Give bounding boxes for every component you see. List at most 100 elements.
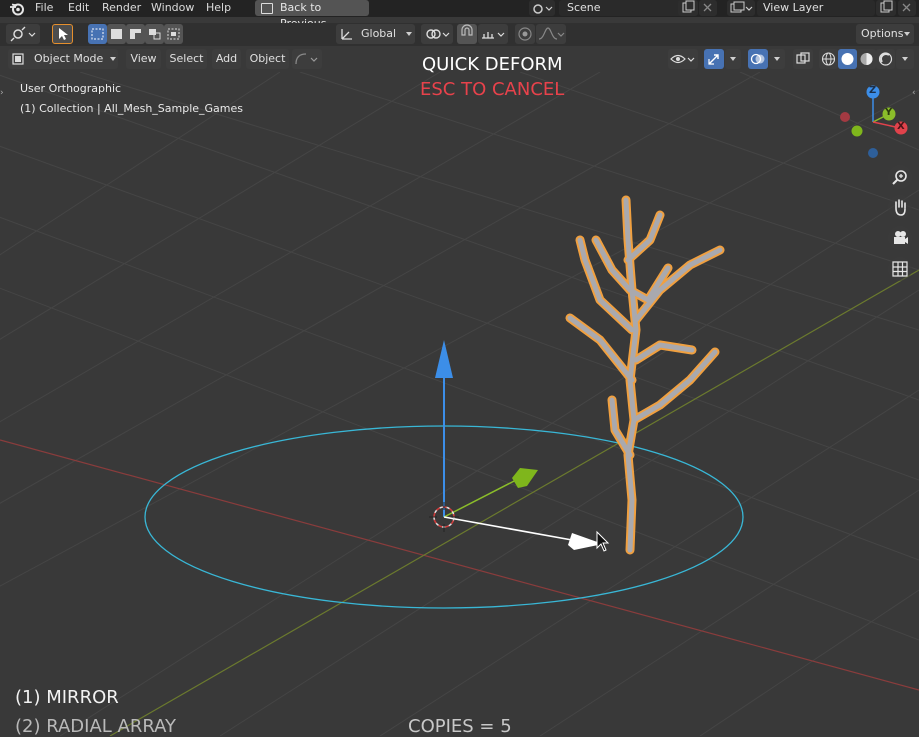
overlays-icon <box>750 53 765 65</box>
view-name-label: User Orthographic <box>20 82 122 95</box>
transform-orientation-label: Global <box>361 27 397 40</box>
new-view-layer-icon[interactable] <box>876 0 896 16</box>
snap-increment-icon <box>482 32 505 39</box>
rendered-shading-button[interactable] <box>876 49 895 69</box>
transform-orientation-dropdown[interactable]: Global <box>336 24 415 44</box>
view-layer-selector-icon[interactable] <box>727 0 755 16</box>
selection-mode-group <box>88 24 184 44</box>
xray-toggle-button[interactable] <box>793 49 813 69</box>
overlays-toggle-button[interactable] <box>748 49 768 69</box>
gizmo-icon <box>708 54 719 65</box>
editor-type-button[interactable] <box>6 24 40 44</box>
collection-info-label: (1) Collection | All_Mesh_Sample_Games <box>20 102 244 115</box>
esc-to-cancel-label: ESC TO CANCEL <box>420 79 565 100</box>
select-new-icon <box>91 28 104 40</box>
zoom-icon <box>892 170 907 185</box>
scene-selector-icon[interactable] <box>529 0 555 16</box>
toolbar-collapse-arrow-icon[interactable]: › <box>0 88 4 98</box>
proportional-falloff-dropdown[interactable] <box>536 24 566 44</box>
menu-edit[interactable]: Edit <box>68 0 89 17</box>
select-menu-label: Select <box>169 52 204 65</box>
quick-deform-title: QUICK DEFORM <box>422 54 563 75</box>
ortho-toggle-button[interactable] <box>888 257 912 281</box>
gizmo-x-label: X <box>897 121 905 132</box>
mirror-option-label: (1) MIRROR <box>15 687 119 708</box>
shading-dropdown[interactable] <box>896 49 914 69</box>
z-axis-arrow[interactable] <box>435 340 453 378</box>
cursor-icon <box>59 28 68 40</box>
gizmo-dropdown[interactable] <box>725 49 741 69</box>
sidebar-collapse-arrow-icon[interactable]: ‹ <box>912 88 916 98</box>
menu-window[interactable]: Window <box>151 0 194 17</box>
menu-render[interactable]: Render <box>102 0 141 17</box>
object-mode-icon <box>12 53 24 65</box>
chevron-down-icon <box>774 57 780 61</box>
material-shading-button[interactable] <box>857 49 876 69</box>
select-intersect-icon <box>167 28 180 40</box>
visibility-dropdown[interactable] <box>668 49 698 69</box>
remove-scene-icon[interactable] <box>699 0 717 16</box>
view-menu-label: View <box>130 52 157 65</box>
overlays-dropdown[interactable] <box>769 49 785 69</box>
blender-logo-icon[interactable] <box>9 1 25 16</box>
y-axis-arrow[interactable] <box>512 468 538 488</box>
back-to-previous-button[interactable]: Back to Previous <box>255 0 369 30</box>
top-menu-bar: File Edit Render Window Help Back to Pre… <box>0 0 919 30</box>
snap-target-dropdown[interactable] <box>478 24 508 44</box>
curve-dropdown[interactable] <box>292 49 322 69</box>
snap-toggle-button[interactable] <box>457 24 477 44</box>
new-scene-icon[interactable] <box>678 0 698 16</box>
select-menu[interactable]: Select <box>166 49 207 69</box>
grid-floor <box>0 72 919 736</box>
gizmo-toggle-button[interactable] <box>704 49 724 69</box>
select-extend-mode-button[interactable] <box>107 24 126 44</box>
solid-shading-button[interactable] <box>838 49 857 69</box>
3d-viewport[interactable] <box>0 72 919 736</box>
copies-count-label: COPIES = 5 <box>408 716 512 737</box>
solid-sphere-icon <box>841 53 854 65</box>
chevron-down-icon <box>902 57 908 61</box>
zoom-button[interactable] <box>888 165 912 189</box>
menu-file[interactable]: File <box>35 0 53 17</box>
select-tool-button[interactable] <box>52 24 73 44</box>
select-new-mode-button[interactable] <box>88 24 107 44</box>
pan-button[interactable] <box>888 195 912 219</box>
camera-view-button[interactable] <box>888 226 912 250</box>
select-extend-icon <box>111 29 122 39</box>
pivot-icon <box>426 29 450 39</box>
view-layer-name-field[interactable]: View Layer <box>757 0 875 16</box>
object-menu[interactable]: Object <box>246 49 289 69</box>
wireframe-sphere-icon <box>821 52 836 66</box>
menu-help[interactable]: Help <box>206 0 231 17</box>
select-difference-icon <box>149 29 161 40</box>
mouse-cursor-icon <box>596 530 610 552</box>
proportional-edit-icon <box>518 27 532 41</box>
gizmo-z-label: Z <box>869 85 877 96</box>
select-subtract-mode-button[interactable] <box>126 24 145 44</box>
options-dropdown[interactable]: Options <box>856 24 914 44</box>
orientation-icon <box>341 29 352 40</box>
select-difference-mode-button[interactable] <box>145 24 164 44</box>
tree-mesh[interactable] <box>565 195 725 555</box>
material-sphere-icon <box>860 53 873 65</box>
back-icon <box>261 3 273 14</box>
select-subtract-icon <box>130 29 141 39</box>
xray-icon <box>796 52 810 64</box>
chevron-down-icon <box>904 32 910 36</box>
object-menu-label: Object <box>249 52 286 65</box>
mode-dropdown[interactable]: Object Mode <box>8 49 118 69</box>
x-axis-line <box>0 439 919 691</box>
eye-icon <box>670 54 695 64</box>
select-intersect-mode-button[interactable] <box>164 24 183 44</box>
add-menu[interactable]: Add <box>212 49 241 69</box>
wireframe-shading-button[interactable] <box>819 49 838 69</box>
view-menu[interactable]: View <box>126 49 161 69</box>
pivot-point-dropdown[interactable] <box>421 24 453 44</box>
hand-icon <box>895 199 906 216</box>
magnet-icon <box>461 24 473 36</box>
curve-icon <box>295 53 318 65</box>
remove-view-layer-icon[interactable] <box>898 0 916 16</box>
proportional-edit-button[interactable] <box>515 24 535 44</box>
editor-type-icon <box>10 26 36 42</box>
scene-name-field[interactable]: Scene <box>559 0 685 16</box>
